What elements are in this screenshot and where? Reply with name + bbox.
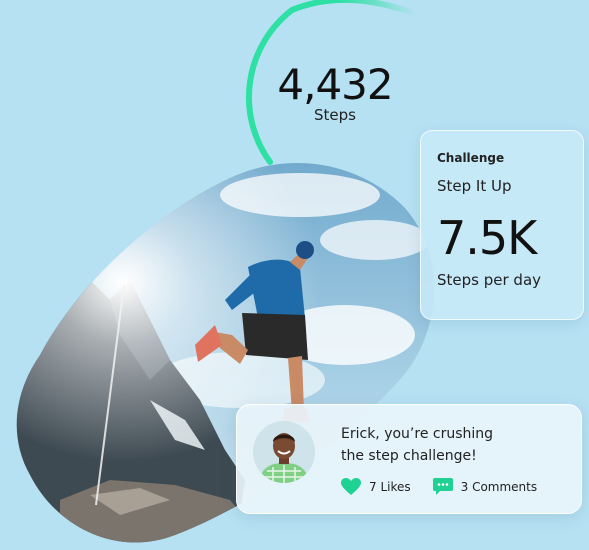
comments-count: 3 Comments [460, 480, 538, 494]
challenge-card[interactable]: Challenge Step It Up 7.5K Steps per day [420, 130, 584, 320]
likes-count: 7 Likes [369, 480, 411, 494]
chat-bubble-icon [432, 478, 453, 495]
steps-count: 4,432 [277, 60, 393, 109]
reaction-bar: 7 Likes 3 Comments [341, 477, 537, 497]
challenge-value: 7.5K [437, 211, 537, 265]
comment-line-1: Erick, you’re crushing [341, 426, 494, 442]
likes-button[interactable]: 7 Likes [341, 478, 411, 496]
challenge-title: Challenge [437, 151, 505, 165]
comment-line-2: the step challenge! [341, 448, 477, 464]
challenge-name: Step It Up [437, 177, 512, 195]
avatar[interactable] [253, 421, 315, 483]
steps-label: Steps [314, 106, 356, 124]
heart-icon [341, 478, 361, 495]
challenge-unit: Steps per day [437, 271, 542, 289]
comment-card: Erick, you’re crushing the step challeng… [236, 404, 582, 514]
comments-button[interactable]: 3 Comments [432, 478, 538, 496]
comment-message: Erick, you’re crushing the step challeng… [341, 423, 571, 467]
